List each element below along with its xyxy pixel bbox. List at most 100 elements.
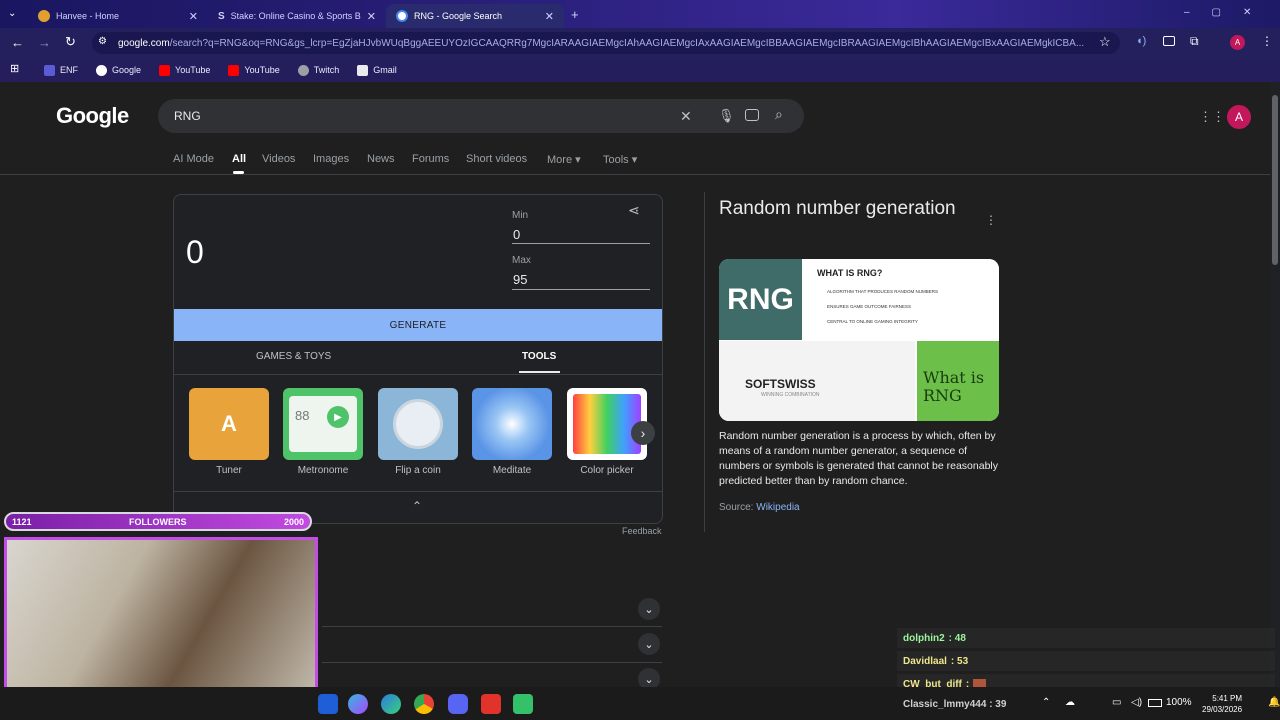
meditate-tool[interactable] (472, 388, 552, 460)
tab-images[interactable]: Images (313, 153, 349, 165)
google-apps-icon[interactable]: ⋮⋮ (1199, 109, 1225, 125)
share-icon[interactable]: ⋖ (628, 202, 640, 219)
clear-search-icon[interactable]: ✕ (680, 108, 692, 125)
tool-label-flip-coin: Flip a coin (395, 465, 441, 476)
tab-list-chevron-icon[interactable]: ⌄ (8, 8, 16, 19)
min-input[interactable]: 0 (513, 227, 520, 242)
tuner-tool[interactable]: A (189, 388, 269, 460)
tool-label-tuner: Tuner (216, 465, 242, 476)
bookmark-enf[interactable]: ENF (44, 64, 78, 76)
taskbar-clock[interactable]: 5:41 PM 29/03/2026 (1202, 693, 1242, 715)
expand-chevron-icon[interactable]: ⌄ (638, 598, 660, 620)
discord-icon[interactable] (448, 694, 468, 714)
copilot-icon[interactable] (348, 694, 368, 714)
followers-current: 1121 (12, 516, 32, 527)
tab-hanvee[interactable]: Hanvee - Home ✕ (28, 4, 208, 28)
feedback-link[interactable]: Feedback (622, 526, 662, 536)
address-bar[interactable]: google.com/search?q=RNG&oq=RNG&gs_lcrp=E… (92, 32, 1120, 54)
page-scrollbar-thumb[interactable] (1272, 95, 1278, 265)
site-info-icon[interactable]: ⚙ (98, 36, 107, 47)
battery-percent[interactable]: 100% (1166, 697, 1192, 708)
apps-grid-icon[interactable]: ⊞ (10, 62, 19, 75)
knowledge-panel-description: Random number generation is a process by… (719, 430, 998, 487)
generate-button[interactable]: GENERATE (174, 309, 662, 341)
chat-message: Davidlaal: 53 (897, 651, 1275, 671)
expand-chevron-icon[interactable]: ⌄ (638, 633, 660, 655)
tab-forums[interactable]: Forums (412, 153, 449, 165)
chat-message: dolphin2: 48 (897, 628, 1275, 648)
bookmark-google[interactable]: Google (96, 64, 141, 76)
bookmark-twitch[interactable]: Twitch (297, 64, 339, 76)
youtube-icon (228, 64, 240, 76)
tab-more[interactable]: More ▾ (547, 153, 581, 166)
window-controls[interactable]: –▢✕ (1184, 7, 1273, 18)
metronome-value: 88 (295, 408, 310, 423)
new-tab-icon[interactable]: + (571, 7, 579, 22)
knowledge-panel-images[interactable]: RNG WHAT IS RNG? ALGORITHM THAT PRODUCES… (719, 259, 999, 421)
taskbar-app-green-icon[interactable] (513, 694, 533, 714)
chrome-icon[interactable] (414, 694, 434, 714)
onedrive-icon[interactable]: ☁ (1065, 697, 1075, 708)
forward-icon[interactable]: → (38, 35, 51, 50)
search-icon[interactable]: ⌕ (775, 106, 783, 123)
close-tab-icon[interactable]: ✕ (367, 10, 376, 23)
tab-tools-widget[interactable]: TOOLS (522, 351, 556, 362)
bookmark-youtube-2[interactable]: YouTube (228, 64, 280, 76)
tab-rng-search[interactable]: RNG - Google Search ✕ (386, 4, 564, 28)
network-icon[interactable]: ▭ (1112, 697, 1121, 708)
tab-short-videos[interactable]: Short videos (466, 153, 527, 165)
reload-icon[interactable]: ↻ (65, 34, 76, 50)
tab-all[interactable]: All (232, 153, 246, 165)
metronome-tool[interactable]: 88 ▶ (283, 388, 363, 460)
max-underline (512, 289, 650, 290)
account-avatar[interactable]: A (1227, 105, 1251, 129)
lens-search-icon[interactable] (745, 109, 759, 121)
clock-time: 5:41 PM (1212, 694, 1243, 703)
tool-label-meditate: Meditate (492, 465, 532, 476)
close-tab-icon[interactable]: ✕ (545, 10, 554, 23)
wikipedia-link[interactable]: Wikipedia (756, 502, 799, 513)
notifications-icon[interactable]: 🔔 (1268, 697, 1280, 708)
menu-dots-icon[interactable]: ⋮ (1261, 34, 1273, 48)
card-bottom-separator (174, 491, 662, 492)
edge-icon[interactable] (381, 694, 401, 714)
search-input[interactable]: RNG (158, 99, 804, 133)
profile-avatar[interactable]: A (1230, 35, 1245, 50)
max-input[interactable]: 95 (513, 272, 527, 287)
voice-search-icon[interactable]: 🎙 (718, 108, 735, 124)
windows-taskbar (0, 687, 1280, 720)
tab-ai-mode[interactable]: AI Mode (173, 153, 214, 165)
google-logo[interactable]: Google (56, 103, 129, 129)
bookmark-star-icon[interactable]: ☆ (1099, 34, 1111, 50)
bookmark-gmail[interactable]: Gmail (357, 64, 397, 76)
tab-games-toys[interactable]: GAMES & TOYS (256, 351, 331, 362)
collapse-chevron-icon[interactable]: ⌃ (412, 499, 422, 513)
extensions-puzzle-icon[interactable]: ⧉ (1190, 34, 1199, 49)
tray-overflow-icon[interactable]: ⌃ (1042, 697, 1050, 708)
cast-icon[interactable]: ◖) (1136, 35, 1146, 47)
row-separator (322, 626, 662, 627)
gmail-icon (357, 64, 369, 76)
next-tools-chevron-icon[interactable]: › (631, 421, 655, 445)
tab-videos[interactable]: Videos (262, 153, 295, 165)
coin-icon (393, 399, 443, 449)
tab-news[interactable]: News (367, 153, 395, 165)
knowledge-panel-title: Random number generation (719, 198, 956, 219)
volume-icon[interactable]: ◁) (1131, 697, 1142, 708)
close-tab-icon[interactable]: ✕ (189, 10, 198, 23)
tool-label-color-picker: Color picker (580, 465, 634, 476)
followers-label: FOLLOWERS (129, 516, 187, 527)
back-icon[interactable]: ← (11, 35, 24, 50)
tuner-letter: A (221, 411, 237, 436)
flip-coin-tool[interactable] (378, 388, 458, 460)
tab-stake[interactable]: S Stake: Online Casino & Sports B ✕ (208, 4, 386, 28)
hanvee-favicon-icon (38, 10, 50, 22)
url-host: google.com (118, 37, 170, 49)
bookmark-youtube[interactable]: YouTube (159, 64, 210, 76)
taskbar-app-red-icon[interactable] (481, 694, 501, 714)
youtube-icon (159, 64, 171, 76)
taskbar-app-icon[interactable] (318, 694, 338, 714)
extension-icon[interactable] (1163, 36, 1175, 46)
tab-tools[interactable]: Tools ▾ (603, 153, 637, 166)
more-options-icon[interactable]: ⋮ (985, 213, 997, 227)
